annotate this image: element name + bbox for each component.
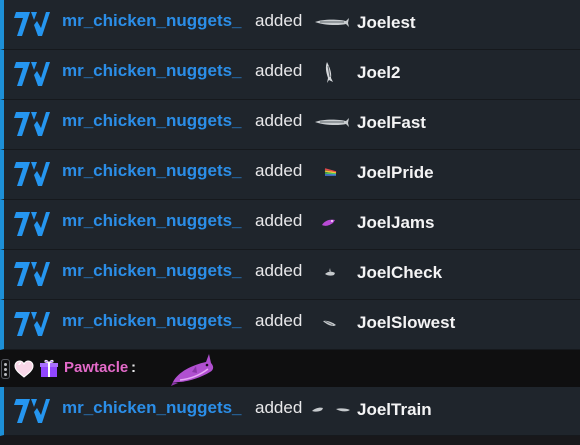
emote-added-message: mr_chicken_nuggets_ added JoelTrain <box>0 387 580 436</box>
chat-panel: mr_chicken_nuggets_ added Joelest mr_chi… <box>0 0 580 445</box>
chat-username[interactable]: Pawtacle <box>64 359 128 376</box>
emote-name[interactable]: JoelFast <box>357 113 426 133</box>
username-colon: : <box>131 359 136 376</box>
user-chat-message: Pawtacle : <box>0 350 580 387</box>
long-silver-fish-emote-icon[interactable] <box>314 8 350 36</box>
emote-name[interactable]: JoelTrain <box>357 400 432 420</box>
username[interactable]: mr_chicken_nuggets_ <box>62 398 242 418</box>
purple-shark-emote-icon[interactable] <box>170 350 216 387</box>
message-verb: added <box>255 211 303 230</box>
emote-name[interactable]: Joel2 <box>357 63 400 83</box>
rainbow-fish-emote-icon[interactable] <box>322 158 340 186</box>
purple-fish-emote-icon[interactable] <box>320 208 338 236</box>
emote-name[interactable]: JoelJams <box>357 213 435 233</box>
7tv-logo-icon <box>14 262 50 286</box>
two-small-fish-emote-icon[interactable] <box>310 395 354 423</box>
emote-added-message: mr_chicken_nuggets_ added JoelCheck <box>0 250 580 300</box>
message-verb: added <box>255 11 303 30</box>
username[interactable]: mr_chicken_nuggets_ <box>62 311 242 331</box>
message-verb: added <box>255 261 303 280</box>
username[interactable]: mr_chicken_nuggets_ <box>62 211 242 231</box>
message-verb: added <box>255 61 303 80</box>
username[interactable]: mr_chicken_nuggets_ <box>62 161 242 181</box>
emote-name[interactable]: JoelPride <box>357 163 434 183</box>
username[interactable]: mr_chicken_nuggets_ <box>62 261 242 281</box>
7tv-logo-icon <box>14 12 50 36</box>
long-silver-fish-emote-icon[interactable] <box>314 108 350 136</box>
message-options-handle[interactable] <box>1 359 10 379</box>
heart-badge-icon[interactable] <box>14 360 34 378</box>
emote-added-message: mr_chicken_nuggets_ added JoelFast <box>0 100 580 150</box>
emote-name[interactable]: JoelCheck <box>357 263 442 283</box>
username[interactable]: mr_chicken_nuggets_ <box>62 111 242 131</box>
message-verb: added <box>255 161 303 180</box>
emote-added-message: mr_chicken_nuggets_ added JoelJams <box>0 200 580 250</box>
7tv-logo-icon <box>14 399 50 423</box>
message-verb: added <box>255 111 303 130</box>
7tv-logo-icon <box>14 212 50 236</box>
username[interactable]: mr_chicken_nuggets_ <box>62 61 242 81</box>
username[interactable]: mr_chicken_nuggets_ <box>62 11 242 31</box>
7tv-logo-icon <box>14 112 50 136</box>
small-silver-fish-emote-icon[interactable] <box>322 258 338 286</box>
emote-added-message: mr_chicken_nuggets_ added Joel2 <box>0 50 580 100</box>
emote-name[interactable]: Joelest <box>357 13 416 33</box>
message-verb: added <box>255 311 303 330</box>
small-silver-fish-emote-icon[interactable] <box>320 308 340 336</box>
emote-added-message: mr_chicken_nuggets_ added JoelSlowest <box>0 300 580 350</box>
emote-name[interactable]: JoelSlowest <box>357 313 455 333</box>
gift-badge-icon[interactable] <box>39 358 59 378</box>
7tv-logo-icon <box>14 312 50 336</box>
7tv-logo-icon <box>14 62 50 86</box>
message-verb: added <box>255 398 303 417</box>
vertical-fish-emote-icon[interactable] <box>320 58 338 86</box>
emote-added-message: mr_chicken_nuggets_ added Joelest <box>0 0 580 50</box>
emote-added-message: mr_chicken_nuggets_ added JoelPride <box>0 150 580 200</box>
7tv-logo-icon <box>14 162 50 186</box>
